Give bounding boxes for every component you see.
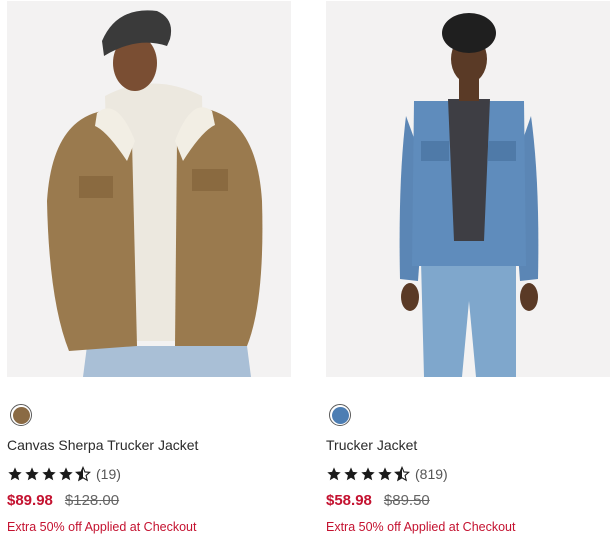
star-icon (8, 467, 22, 481)
product-name[interactable]: Trucker Jacket (326, 437, 417, 453)
sale-price: $58.98 (326, 492, 372, 509)
original-price: $89.50 (383, 492, 430, 509)
star-rating (7, 466, 91, 482)
product-image[interactable] (326, 1, 610, 377)
color-swatch-button[interactable] (329, 404, 351, 426)
product-image[interactable] (7, 1, 291, 377)
original-price: $128.00 (64, 492, 120, 509)
star-icon (361, 467, 375, 481)
sale-price: $89.98 (7, 492, 53, 509)
product-photo-trucker-jacket (326, 1, 610, 377)
review-count: (819) (415, 466, 448, 482)
product-rating[interactable]: (19) (7, 464, 121, 484)
star-icon (42, 467, 56, 481)
star-icon (344, 467, 358, 481)
star-icon (378, 467, 392, 481)
color-swatch-button[interactable] (10, 404, 32, 426)
color-swatch (331, 406, 349, 424)
product-name[interactable]: Canvas Sherpa Trucker Jacket (7, 437, 198, 453)
price-block: $89.98 $128.00 (7, 492, 119, 509)
product-rating[interactable]: (819) (326, 464, 448, 484)
half-star-icon (394, 466, 410, 482)
star-icon (25, 467, 39, 481)
product-photo-sherpa-jacket (7, 1, 291, 377)
star-icon (327, 467, 341, 481)
promo-message: Extra 50% off Applied at Checkout (326, 520, 516, 534)
star-icon (59, 467, 73, 481)
half-star-icon (75, 466, 91, 482)
color-swatch (12, 406, 30, 424)
star-rating (326, 466, 410, 482)
promo-message: Extra 50% off Applied at Checkout (7, 520, 197, 534)
price-block: $58.98 $89.50 (326, 492, 430, 509)
review-count: (19) (96, 466, 121, 482)
